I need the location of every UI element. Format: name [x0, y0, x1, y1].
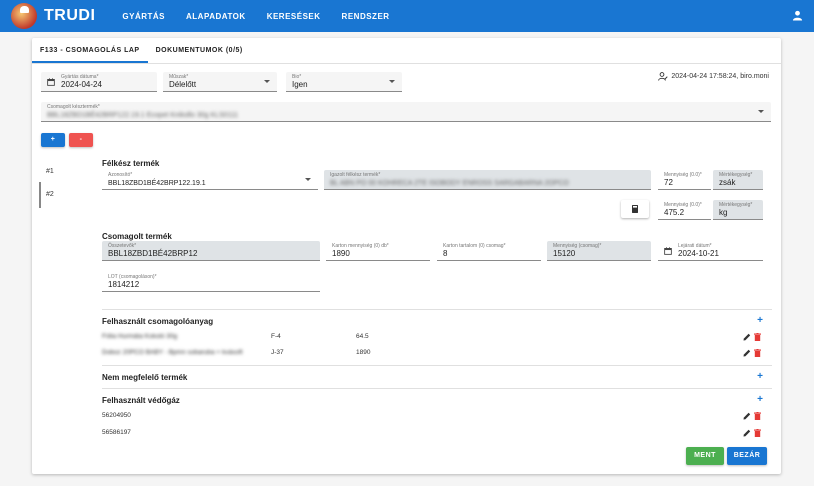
- calculator-icon: [632, 205, 638, 213]
- batch-item-2[interactable]: #2: [46, 191, 54, 198]
- section-divider: [102, 309, 772, 310]
- nav-gyartas[interactable]: GYÁRTÁS: [122, 12, 165, 21]
- close-button[interactable]: BEZÁR: [727, 447, 767, 465]
- edit-icon[interactable]: [743, 333, 751, 341]
- app-bar: TRUDI GYÁRTÁS ALAPADATOK KERESÉSEK RENDS…: [0, 0, 814, 32]
- chevron-down-icon: [758, 110, 764, 113]
- packed-composition-field[interactable]: Összetevők* BBL18ZBD1BÉ42BRP12: [102, 241, 320, 261]
- expiry-date-value: 2024-10-21: [678, 249, 719, 258]
- delete-icon[interactable]: [754, 333, 761, 341]
- active-batch-indicator: [39, 182, 41, 208]
- calculator-button[interactable]: [621, 200, 649, 218]
- semi-qty2-value: 475.2: [664, 208, 685, 217]
- semi-id-select[interactable]: Azonosító* BBL18ZBD1BÉ42BRP122.19.1: [102, 170, 318, 190]
- nonconform-title: Nem megfelelő termék: [102, 373, 188, 382]
- gas-row-actions: [743, 429, 763, 438]
- save-button[interactable]: MENT: [686, 447, 724, 465]
- edit-icon[interactable]: [743, 429, 751, 437]
- material-row-actions: [743, 333, 763, 342]
- semi-qty2-field[interactable]: Mennyiség (0.0)* 475.2: [658, 200, 711, 220]
- tab-bar: F133 - CSOMAGOLÁS LAP DOKUMENTUMOK (0/5): [32, 38, 251, 63]
- delete-icon[interactable]: [754, 349, 761, 357]
- semi-id-label: Azonosító*: [108, 172, 133, 178]
- lot-value: 1814212: [108, 280, 140, 289]
- carton-qty-field[interactable]: Karton mennyiség (0) db* 1890: [326, 241, 430, 261]
- semi-qty1-value: 72: [664, 178, 673, 187]
- add-material-icon[interactable]: +: [757, 315, 763, 326]
- lot-field[interactable]: LOT (csomagoláson)* 1814212: [102, 272, 320, 292]
- brand-title: TRUDI: [44, 7, 96, 24]
- edit-icon[interactable]: [743, 412, 751, 420]
- calendar-icon: [664, 247, 672, 255]
- chevron-down-icon: [305, 178, 311, 181]
- gas-title: Felhasznált védőgáz: [102, 396, 180, 405]
- remove-batch-button[interactable]: -: [69, 133, 93, 147]
- add-nonconform-icon[interactable]: +: [757, 371, 763, 382]
- section-divider: [102, 388, 772, 389]
- packed-composition-value: BBL18ZBD1BÉ42BRP12: [108, 249, 198, 258]
- package-qty-value: 15120: [553, 249, 576, 258]
- carton-content-field[interactable]: Karton tartalom (0) csomag* 8: [437, 241, 541, 261]
- chevron-down-icon: [264, 80, 270, 83]
- material-name: Doboz 20PCO BABY - Bpmn sobaruba + kváso…: [102, 349, 243, 356]
- edit-icon[interactable]: [743, 349, 751, 357]
- package-qty-field[interactable]: Mennyiség (csomag)* 15120: [547, 241, 651, 261]
- delete-icon[interactable]: [754, 429, 761, 437]
- carton-content-value: 8: [443, 249, 448, 258]
- bio-select[interactable]: Bio* Igen: [286, 72, 402, 92]
- batch-item-1[interactable]: #1: [46, 168, 54, 175]
- delete-icon[interactable]: [754, 412, 761, 420]
- bio-value: Igen: [292, 80, 308, 89]
- shift-value: Délelőtt: [169, 80, 197, 89]
- carton-qty-value: 1890: [332, 249, 350, 258]
- carton-content-label: Karton tartalom (0) csomag*: [443, 243, 506, 249]
- semi-unit2-value: kg: [719, 208, 728, 217]
- semi-spec-field[interactable]: Igazolt félkész termék* BL ABN PO 00 KOH…: [324, 170, 651, 190]
- shift-select[interactable]: Műszak* Délelőtt: [163, 72, 277, 92]
- semi-unit2-field[interactable]: Mértékegység* kg: [713, 200, 763, 220]
- calendar-icon: [47, 78, 55, 86]
- user-edit-icon: [658, 72, 668, 81]
- semi-spec-value: BL ABN PO 00 KOHRECA 2TE ISOBODY ENROSS …: [330, 180, 569, 187]
- semi-id-value: BBL18ZBD1BÉ42BRP122.19.1: [108, 180, 206, 187]
- main-nav: GYÁRTÁS ALAPADATOK KERESÉSEK RENDSZER: [122, 12, 410, 21]
- production-date-value: 2024-04-24: [61, 80, 102, 89]
- gas-row: 56204950: [102, 412, 131, 419]
- gas-row: 56586197: [102, 429, 131, 436]
- form-card: F133 - CSOMAGOLÁS LAP DOKUMENTUMOK (0/5)…: [32, 38, 781, 474]
- semi-spec-label: Igazolt félkész termék*: [330, 172, 381, 178]
- semi-qty1-field[interactable]: Mennyiség (0.0)* 72: [658, 170, 711, 190]
- last-modified-text: 2024-04-24 17:58:24, biro.moni: [671, 73, 769, 80]
- semi-unit1-field[interactable]: Mértékegység* zsák: [713, 170, 763, 190]
- chevron-down-icon: [389, 80, 395, 83]
- add-gas-icon[interactable]: +: [757, 394, 763, 405]
- nav-alapadatok[interactable]: ALAPADATOK: [186, 12, 246, 21]
- production-date-field[interactable]: Gyártás dátuma* 2024-04-24: [41, 72, 157, 92]
- semi-unit1-value: zsák: [719, 178, 736, 187]
- last-modified-info: 2024-04-24 17:58:24, biro.moni: [658, 72, 769, 81]
- material-code: F-4: [271, 333, 281, 340]
- nav-rendszer[interactable]: RENDSZER: [342, 12, 390, 21]
- material-code: J-37: [271, 349, 284, 356]
- packed-product-value: BBL18ZBD1BÉ42BRP122.19.1 Ecopet Knikollo…: [47, 112, 239, 119]
- gas-row-actions: [743, 412, 763, 421]
- packed-product-title: Csomagolt termék: [102, 232, 172, 241]
- section-divider: [102, 365, 772, 366]
- material-qty: 1890: [356, 349, 371, 356]
- account-icon[interactable]: [792, 10, 803, 21]
- expiry-date-field[interactable]: Lejárati dátum* 2024-10-21: [658, 241, 763, 261]
- materials-title: Felhasznált csomagolóanyag: [102, 317, 214, 326]
- chef-logo-icon: [11, 3, 37, 29]
- nav-keresesek[interactable]: KERESÉSEK: [267, 12, 321, 21]
- semi-product-title: Félkész termék: [102, 159, 160, 168]
- material-qty: 64.5: [356, 333, 369, 340]
- packed-product-select[interactable]: Csomagolt késztermék* BBL18ZBD1BÉ42BRP12…: [41, 102, 771, 122]
- packed-product-label: Csomagolt késztermék*: [47, 104, 100, 110]
- tab-divider: [32, 63, 781, 64]
- material-row-actions: [743, 349, 763, 358]
- tab-packaging-sheet[interactable]: F133 - CSOMAGOLÁS LAP: [32, 38, 148, 63]
- add-batch-button[interactable]: +: [41, 133, 65, 147]
- tab-documents[interactable]: DOKUMENTUMOK (0/5): [148, 38, 251, 63]
- material-name: Fólia Hurmáta Kokoló 30g: [102, 333, 178, 340]
